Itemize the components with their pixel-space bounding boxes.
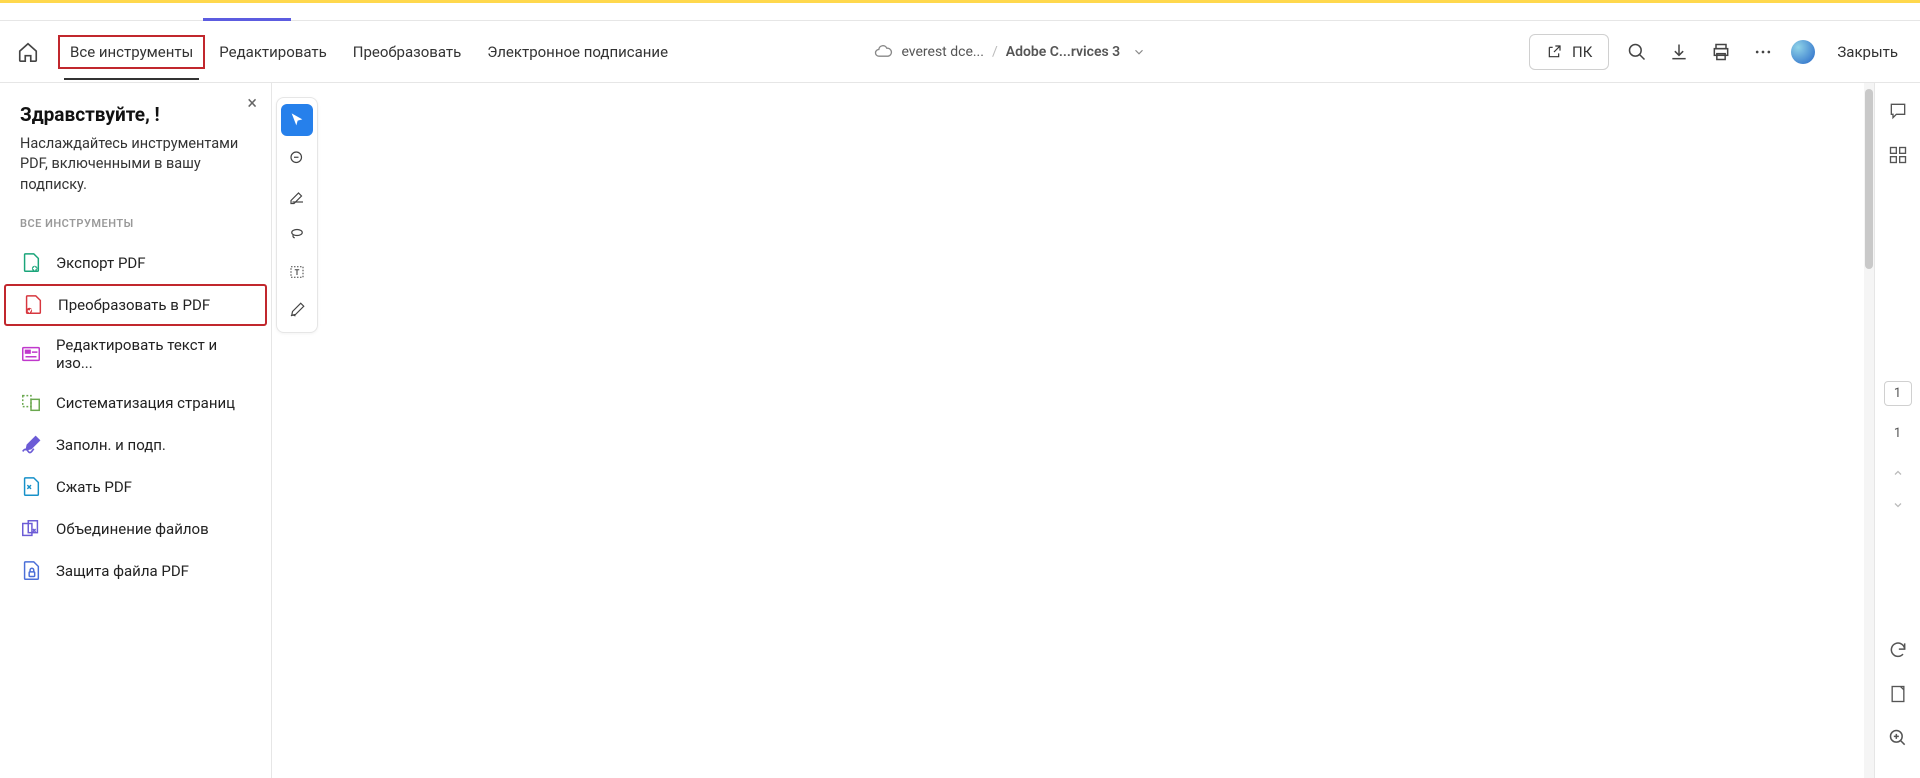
- page-up-icon[interactable]: [1892, 467, 1904, 479]
- main-layout: × Здравствуйте, ! Наслаждайтесь инструме…: [0, 83, 1920, 778]
- comment-panel-icon[interactable]: [1884, 97, 1912, 125]
- print-icon[interactable]: [1707, 38, 1735, 66]
- toolbar-right: ПК Закрыть: [1529, 34, 1906, 70]
- page-current-input[interactable]: 1: [1884, 381, 1912, 406]
- tool-convert-to-pdf[interactable]: Преобразовать в PDF: [4, 284, 267, 326]
- tool-combine-files[interactable]: Объединение файлов: [0, 508, 271, 550]
- signature-tool-icon[interactable]: [281, 294, 313, 326]
- tool-label: Заполн. и подп.: [56, 436, 166, 454]
- chevron-down-icon[interactable]: [1132, 45, 1146, 59]
- compress-icon: [20, 476, 42, 498]
- user-avatar[interactable]: [1791, 40, 1815, 64]
- organize-pages-icon: [20, 392, 42, 414]
- edit-icon: [20, 343, 42, 365]
- convert-pdf-icon: [22, 294, 44, 316]
- section-label: ВСЕ ИНСТРУМЕНТЫ: [0, 217, 271, 242]
- scrollbar-vertical[interactable]: [1864, 83, 1874, 778]
- menu-convert[interactable]: Преобразовать: [341, 35, 474, 69]
- tool-label: Объединение файлов: [56, 520, 209, 538]
- share-pk-button[interactable]: ПК: [1529, 34, 1609, 70]
- combine-icon: [20, 518, 42, 540]
- text-box-tool-icon[interactable]: [281, 256, 313, 288]
- tool-label: Редактировать текст и изо...: [56, 336, 251, 372]
- close-panel-icon[interactable]: ×: [247, 93, 257, 114]
- greeting-title: Здравствуйте, !: [0, 103, 271, 134]
- tool-protect-pdf[interactable]: Защита файла PDF: [0, 550, 271, 592]
- tools-sidebar: × Здравствуйте, ! Наслаждайтесь инструме…: [0, 83, 272, 778]
- fill-sign-icon: [20, 434, 42, 456]
- tool-export-pdf[interactable]: Экспорт PDF: [0, 242, 271, 284]
- quick-tool-rail: [272, 83, 322, 778]
- tool-organize-pages[interactable]: Систематизация страниц: [0, 382, 271, 424]
- page-canvas[interactable]: [322, 83, 1864, 778]
- document-viewport: [322, 83, 1874, 778]
- window-tab-strip: [0, 3, 1920, 21]
- menu-all-tools[interactable]: Все инструменты: [58, 35, 205, 69]
- thumbnails-icon[interactable]: [1884, 141, 1912, 169]
- main-toolbar: Все инструменты Редактировать Преобразов…: [0, 21, 1920, 83]
- page-display-icon[interactable]: [1884, 680, 1912, 708]
- tool-fill-sign[interactable]: Заполн. и подп.: [0, 424, 271, 466]
- tool-compress-pdf[interactable]: Сжать PDF: [0, 466, 271, 508]
- menu-bar: Все инструменты Редактировать Преобразов…: [58, 35, 680, 69]
- draw-tool-icon[interactable]: [281, 180, 313, 212]
- export-pdf-icon: [20, 252, 42, 274]
- tool-label: Экспорт PDF: [56, 254, 146, 272]
- menu-esign[interactable]: Электронное подписание: [475, 35, 680, 69]
- doc-user[interactable]: everest dce...: [901, 44, 984, 60]
- more-icon[interactable]: [1749, 38, 1777, 66]
- tool-label: Защита файла PDF: [56, 562, 189, 580]
- page-down-icon[interactable]: [1892, 499, 1904, 511]
- protect-icon: [20, 560, 42, 582]
- breadcrumb-separator: /: [992, 44, 998, 60]
- tool-edit-text-images[interactable]: Редактировать текст и изо...: [0, 326, 271, 382]
- right-rail: 1 1: [1874, 83, 1920, 778]
- tool-label: Сжать PDF: [56, 478, 132, 496]
- rotate-icon[interactable]: [1884, 636, 1912, 664]
- scrollbar-thumb[interactable]: [1865, 89, 1873, 269]
- download-icon[interactable]: [1665, 38, 1693, 66]
- active-tab-indicator: [203, 18, 291, 21]
- cloud-icon: [873, 42, 893, 62]
- close-button[interactable]: Закрыть: [1829, 43, 1906, 61]
- greeting-description: Наслаждайтесь инструментами PDF, включен…: [0, 134, 271, 217]
- selection-tool-icon[interactable]: [281, 104, 313, 136]
- home-icon[interactable]: [14, 38, 42, 66]
- doc-title[interactable]: Adobe C...rvices 3: [1006, 44, 1120, 60]
- lasso-tool-icon[interactable]: [281, 218, 313, 250]
- document-info: everest dce... / Adobe C...rvices 3: [873, 42, 1146, 62]
- zoom-in-icon[interactable]: [1884, 724, 1912, 752]
- tool-label: Преобразовать в PDF: [58, 296, 210, 314]
- hand-tool-icon[interactable]: [281, 142, 313, 174]
- page-total: 1: [1894, 426, 1901, 441]
- pk-label: ПК: [1572, 43, 1592, 61]
- search-icon[interactable]: [1623, 38, 1651, 66]
- menu-edit[interactable]: Редактировать: [207, 35, 338, 69]
- tool-label: Систематизация страниц: [56, 394, 235, 412]
